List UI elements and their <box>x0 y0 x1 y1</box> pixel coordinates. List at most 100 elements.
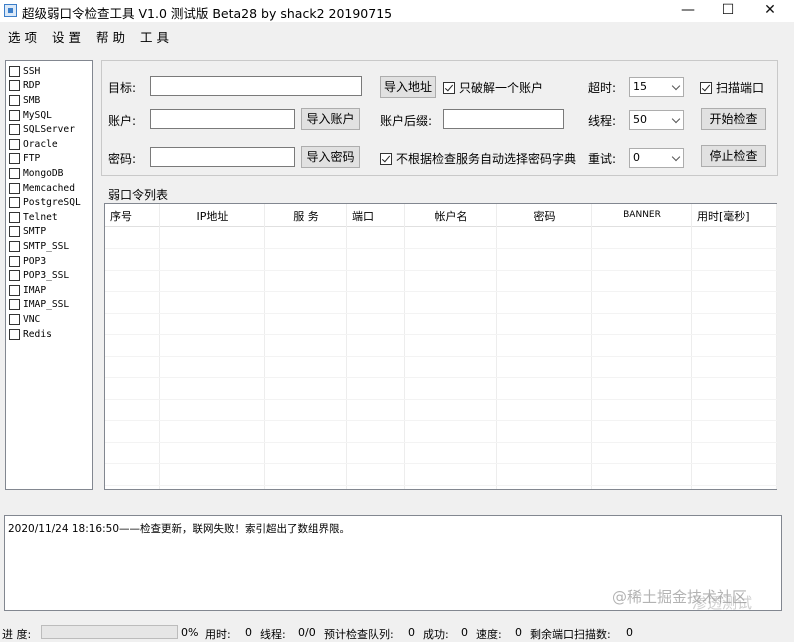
checkbox-box[interactable] <box>9 313 20 325</box>
checkbox-box[interactable] <box>9 284 20 296</box>
column-header[interactable]: 用时[毫秒] <box>692 208 777 224</box>
service-checklist[interactable]: SSH RDP SMB MySQL SQLServer Oracle FTP MongoDB M… <box>5 60 93 490</box>
start-check-button[interactable]: 开始检查 <box>701 108 766 130</box>
account-suffix-label: 账户后缀: <box>380 114 433 128</box>
timeout-select[interactable]: 15 <box>629 77 684 97</box>
row-separator <box>105 334 777 335</box>
service-item[interactable]: SMB <box>9 93 40 108</box>
checkbox-box[interactable] <box>9 255 20 267</box>
queue-label: 预计检查队列: <box>324 628 394 641</box>
checkbox-box[interactable] <box>9 94 20 106</box>
checkbox-box[interactable] <box>9 328 20 340</box>
service-item[interactable]: Memcached <box>9 181 75 196</box>
service-item[interactable]: SMTP_SSL <box>9 239 69 254</box>
close-button[interactable]: ✕ <box>748 0 792 22</box>
remaining-value: 0 <box>626 626 633 639</box>
column-header[interactable]: 密码 <box>497 208 592 224</box>
target-input[interactable] <box>150 76 362 96</box>
service-item[interactable]: MySQL <box>9 108 52 123</box>
menu-options[interactable]: 选 项 <box>8 27 37 46</box>
service-item[interactable]: Oracle <box>9 137 58 152</box>
service-item[interactable]: IMAP <box>9 283 46 298</box>
column-header[interactable]: 帐户名 <box>405 208 497 224</box>
service-label: POP3 <box>23 255 47 267</box>
menu-settings[interactable]: 设 置 <box>52 27 81 46</box>
checkbox-box[interactable] <box>9 65 20 77</box>
timeout-label: 超时: <box>588 81 617 95</box>
import-account-button[interactable]: 导入账户 <box>301 108 360 130</box>
checkbox-box[interactable] <box>9 109 20 121</box>
service-item[interactable]: POP3_SSL <box>9 268 69 283</box>
checkbox-box[interactable] <box>9 153 20 165</box>
column-header[interactable]: 服 务 <box>265 208 347 224</box>
checkbox-box[interactable] <box>9 270 20 282</box>
password-input[interactable] <box>150 147 295 167</box>
checkbox-box[interactable] <box>9 211 20 223</box>
service-label: SMB <box>23 94 41 106</box>
service-item[interactable]: Redis <box>9 327 52 342</box>
column-header[interactable]: BANNER <box>592 210 692 220</box>
checkbox-box[interactable] <box>9 240 20 252</box>
no-auto-dict-label: 不根据检查服务自动选择密码字典 <box>396 152 577 166</box>
chevron-down-icon <box>671 81 681 91</box>
service-item[interactable]: Telnet <box>9 210 58 225</box>
checkbox-box[interactable] <box>443 81 455 94</box>
row-separator <box>105 398 777 400</box>
checkbox-box[interactable] <box>9 299 20 311</box>
checkbox-box[interactable] <box>380 152 392 165</box>
service-item[interactable]: MongoDB <box>9 166 63 181</box>
only-crack-one-checkbox[interactable]: 只破解一个账户 <box>443 79 543 96</box>
checkbox-box[interactable] <box>9 226 20 238</box>
account-label: 账户: <box>108 114 137 128</box>
checkbox-box[interactable] <box>9 138 20 150</box>
checkbox-box[interactable] <box>9 124 20 136</box>
service-label: RDP <box>23 80 41 92</box>
service-item[interactable]: FTP <box>9 152 40 167</box>
minimize-button[interactable]: — <box>666 0 710 22</box>
service-item[interactable]: SQLServer <box>9 122 75 137</box>
service-item[interactable]: IMAP_SSL <box>9 298 69 313</box>
checkbox-box[interactable] <box>700 81 712 94</box>
row-separator <box>105 377 777 378</box>
service-item[interactable]: VNC <box>9 312 40 327</box>
no-auto-dict-checkbox[interactable]: 不根据检查服务自动选择密码字典 <box>380 150 576 167</box>
column-header[interactable]: IP地址 <box>160 208 265 224</box>
stop-check-button[interactable]: 停止检查 <box>701 145 766 167</box>
column-header[interactable]: 端口 <box>347 208 405 224</box>
window-title: 超级弱口令检查工具 V1.0 测试版 Beta28 by shack2 2019… <box>22 6 393 21</box>
service-label: Telnet <box>23 211 58 223</box>
progress-bar <box>41 625 178 639</box>
retry-value: 0 <box>633 151 640 164</box>
row-separator <box>105 484 777 486</box>
table-column <box>592 204 692 489</box>
import-address-button[interactable]: 导入地址 <box>380 76 436 98</box>
checkbox-box[interactable] <box>9 197 20 209</box>
service-item[interactable]: SMTP <box>9 225 46 240</box>
account-suffix-input[interactable] <box>443 109 564 129</box>
service-item[interactable]: PostgreSQL <box>9 195 81 210</box>
scan-port-checkbox[interactable]: 扫描端口 <box>700 79 764 96</box>
maximize-button[interactable]: ☐ <box>706 0 750 22</box>
service-label: SMTP <box>23 226 47 238</box>
retry-select[interactable]: 0 <box>629 148 684 168</box>
service-label: MySQL <box>23 109 52 121</box>
checkbox-box[interactable] <box>9 80 20 92</box>
service-item[interactable]: RDP <box>9 79 40 94</box>
password-label: 密码: <box>108 152 137 166</box>
checkbox-box[interactable] <box>9 182 20 194</box>
import-password-button[interactable]: 导入密码 <box>301 146 360 168</box>
column-header[interactable]: 序号 <box>105 208 160 224</box>
speed-value: 0 <box>515 626 522 639</box>
service-label: VNC <box>23 313 41 325</box>
weak-password-table[interactable]: 序号 IP地址服 务端口 帐户名 密码 BANNER 用时[毫秒] <box>104 203 777 490</box>
checkbox-box[interactable] <box>9 167 20 179</box>
threads-value: 50 <box>633 113 647 126</box>
success-value: 0 <box>461 626 468 639</box>
service-item[interactable]: POP3 <box>9 254 46 269</box>
service-label: Memcached <box>23 182 75 194</box>
account-input[interactable] <box>150 109 295 129</box>
menu-help[interactable]: 帮 助 <box>96 27 125 46</box>
menu-tools[interactable]: 工 具 <box>140 27 169 46</box>
threads-select[interactable]: 50 <box>629 110 684 130</box>
service-item[interactable]: SSH <box>9 64 40 79</box>
